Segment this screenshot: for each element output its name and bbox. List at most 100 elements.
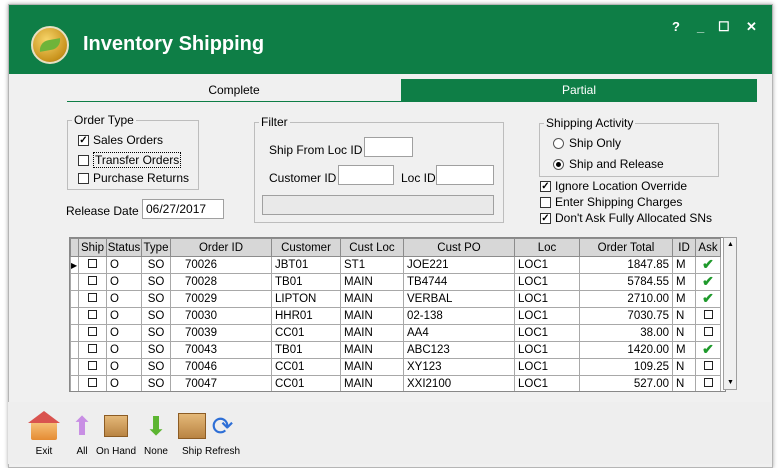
on-hand-button[interactable]: On Hand bbox=[96, 410, 136, 457]
release-date-input[interactable]: 06/27/2017 bbox=[142, 199, 224, 219]
checkbox-unchecked-icon bbox=[78, 172, 89, 184]
id-cell: M bbox=[672, 341, 696, 359]
col-cust-po[interactable]: Cust PO bbox=[403, 238, 515, 257]
order-total-cell: 5784.55 bbox=[579, 273, 673, 291]
ask-cell[interactable] bbox=[695, 375, 721, 391]
col-id[interactable]: ID bbox=[672, 238, 696, 257]
ignore-location-override-checkbox[interactable]: ✓ Ignore Location Override bbox=[540, 179, 687, 193]
table-row[interactable]: O SO 70029 LIPTON MAIN VERBAL LOC1 2710.00 M ✔ bbox=[70, 290, 721, 308]
table-row[interactable]: O SO 70046 CC01 MAIN XY123 LOC1 109.25 N bbox=[70, 358, 721, 376]
loc-id-input[interactable] bbox=[436, 165, 494, 185]
cust-po-cell: VERBAL bbox=[403, 290, 515, 308]
scroll-up-arrow-icon[interactable]: ▲ bbox=[727, 241, 734, 248]
sales-orders-label: Sales Orders bbox=[93, 133, 164, 147]
ask-cell[interactable]: ✔ bbox=[695, 341, 721, 359]
loc-cell: LOC1 bbox=[514, 358, 580, 376]
cust-po-cell: XXI2100 bbox=[403, 375, 515, 391]
ship-only-radio[interactable]: Ship Only bbox=[553, 136, 621, 150]
checkbox-unchecked-icon bbox=[88, 259, 97, 268]
ship-checkbox[interactable] bbox=[78, 290, 107, 308]
close-button[interactable]: ✕ bbox=[746, 19, 757, 35]
loc-cell: LOC1 bbox=[514, 290, 580, 308]
exit-button[interactable]: Exit bbox=[28, 410, 60, 457]
col-ship[interactable]: Ship bbox=[78, 238, 107, 257]
help-button[interactable]: ? bbox=[672, 19, 680, 34]
cust-po-cell: AA4 bbox=[403, 324, 515, 342]
ship-button[interactable]: Ship bbox=[176, 410, 208, 457]
table-row[interactable]: O SO 70047 CC01 MAIN XXI2100 LOC1 527.00 N bbox=[70, 375, 721, 391]
ask-cell[interactable]: ✔ bbox=[695, 290, 721, 308]
ship-checkbox[interactable] bbox=[78, 375, 107, 391]
cust-loc-cell: MAIN bbox=[340, 273, 404, 291]
id-cell: M bbox=[672, 256, 696, 274]
release-date-label: Release Date bbox=[66, 204, 139, 218]
col-ask[interactable]: Ask bbox=[695, 238, 721, 257]
refresh-button[interactable]: ⟳ Refresh bbox=[205, 410, 240, 458]
box-icon bbox=[176, 410, 208, 442]
ship-from-loc-input[interactable] bbox=[364, 137, 413, 157]
table-row[interactable]: O SO 70030 HHR01 MAIN 02-138 LOC1 7030.75 N bbox=[70, 307, 721, 325]
purchase-returns-checkbox[interactable]: Purchase Returns bbox=[78, 171, 189, 185]
row-selector bbox=[70, 341, 79, 359]
tab-partial[interactable]: Partial bbox=[401, 79, 757, 101]
id-cell: N bbox=[672, 358, 696, 376]
ignore-location-override-label: Ignore Location Override bbox=[555, 179, 688, 193]
col-status[interactable]: Status bbox=[106, 238, 142, 257]
table-row[interactable]: ▶ O SO 70026 JBT01 ST1 JOE221 LOC1 1847.85 M ✔ bbox=[70, 256, 721, 274]
ship-only-label: Ship Only bbox=[569, 136, 622, 150]
ask-cell[interactable] bbox=[695, 324, 721, 342]
arrow-up-icon: ⬆ bbox=[71, 410, 93, 441]
checkmark-icon: ✔ bbox=[702, 341, 714, 357]
transfer-orders-checkbox[interactable]: Transfer Orders bbox=[78, 152, 182, 168]
grid-vertical-scrollbar[interactable]: ▲ ▼ bbox=[723, 237, 737, 390]
ship-checkbox[interactable] bbox=[78, 273, 107, 291]
loc-cell: LOC1 bbox=[514, 307, 580, 325]
loc-cell: LOC1 bbox=[514, 324, 580, 342]
row-selector bbox=[70, 307, 79, 325]
ask-cell[interactable]: ✔ bbox=[695, 273, 721, 291]
ship-checkbox[interactable] bbox=[78, 256, 107, 274]
refresh-icon: ⟳ bbox=[211, 410, 234, 441]
ship-checkbox[interactable] bbox=[78, 341, 107, 359]
col-type[interactable]: Type bbox=[141, 238, 171, 257]
scroll-down-arrow-icon[interactable]: ▼ bbox=[727, 379, 734, 386]
all-button[interactable]: ⬆ All bbox=[66, 410, 98, 458]
checkbox-unchecked-icon bbox=[703, 327, 713, 336]
ship-checkbox[interactable] bbox=[78, 324, 107, 342]
cust-loc-cell: MAIN bbox=[340, 324, 404, 342]
none-button[interactable]: ⬇ None bbox=[140, 410, 172, 458]
table-row[interactable]: O SO 70028 TB01 MAIN TB4744 LOC1 5784.55 M ✔ bbox=[70, 273, 721, 291]
status-cell: O bbox=[106, 375, 142, 391]
dont-ask-allocated-checkbox[interactable]: ✓ Don't Ask Fully Allocated SNs bbox=[540, 211, 712, 225]
ship-and-release-radio[interactable]: Ship and Release bbox=[553, 157, 664, 171]
table-row[interactable]: O SO 70039 CC01 MAIN AA4 LOC1 38.00 N bbox=[70, 324, 721, 342]
cust-po-cell: JOE221 bbox=[403, 256, 515, 274]
col-order-id[interactable]: Order ID bbox=[170, 238, 272, 257]
ask-cell[interactable] bbox=[695, 358, 721, 376]
enter-shipping-charges-checkbox[interactable]: Enter Shipping Charges bbox=[540, 195, 682, 209]
ship-from-loc-label: Ship From Loc ID bbox=[269, 143, 363, 157]
tab-complete[interactable]: Complete bbox=[67, 79, 401, 101]
customer-id-input[interactable] bbox=[338, 165, 394, 185]
sales-orders-checkbox[interactable]: ✓ Sales Orders bbox=[78, 133, 163, 147]
col-customer[interactable]: Customer bbox=[271, 238, 341, 257]
cust-loc-cell: MAIN bbox=[340, 358, 404, 376]
purchase-returns-label: Purchase Returns bbox=[93, 171, 190, 185]
checkbox-unchecked-icon bbox=[88, 327, 97, 336]
col-cust-loc[interactable]: Cust Loc bbox=[340, 238, 404, 257]
col-order-total[interactable]: Order Total bbox=[579, 238, 673, 257]
type-cell: SO bbox=[141, 375, 171, 391]
maximize-button[interactable]: ☐ bbox=[718, 19, 730, 35]
row-selector-header bbox=[70, 238, 79, 257]
order-total-cell: 1847.85 bbox=[579, 256, 673, 274]
loc-id-label: Loc ID bbox=[401, 171, 436, 185]
ship-checkbox[interactable] bbox=[78, 358, 107, 376]
ask-cell[interactable] bbox=[695, 307, 721, 325]
order-total-cell: 1420.00 bbox=[579, 341, 673, 359]
ship-checkbox[interactable] bbox=[78, 307, 107, 325]
col-loc[interactable]: Loc bbox=[514, 238, 580, 257]
minimize-button[interactable]: _ bbox=[697, 19, 704, 34]
ask-cell[interactable]: ✔ bbox=[695, 256, 721, 274]
table-row[interactable]: O SO 70043 TB01 MAIN ABC123 LOC1 1420.00 M ✔ bbox=[70, 341, 721, 359]
checkbox-unchecked-icon bbox=[540, 196, 551, 208]
